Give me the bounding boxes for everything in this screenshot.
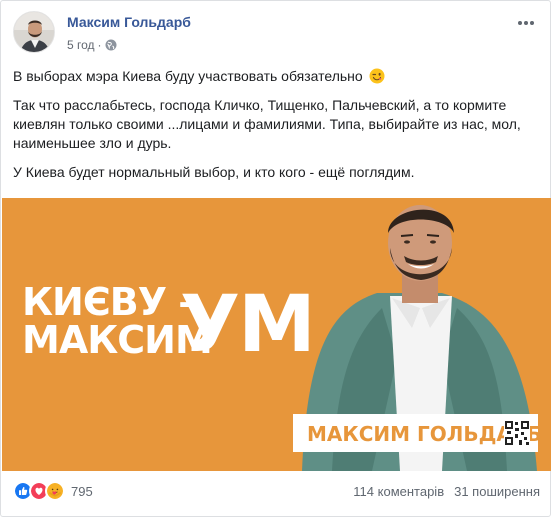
post-stats: 114 коментарів 31 поширення	[353, 484, 540, 499]
shares-count-link[interactable]: 31 поширення	[454, 484, 540, 499]
meta-separator: ·	[97, 38, 102, 52]
wink-emoji-icon	[369, 68, 385, 84]
slogan-um: УМ	[180, 280, 316, 370]
post-footer: 795 114 коментарів 31 поширення	[13, 479, 540, 505]
name-plate: МАКСИМ ГОЛЬДАРБ	[293, 414, 542, 452]
globe-icon[interactable]	[105, 39, 117, 51]
post-paragraph: В выборах мэра Киева буду участвовать об…	[13, 67, 540, 86]
post-meta: 5 год ·	[67, 38, 117, 52]
post-text: В выборах мэра Киева буду участвовать об…	[13, 67, 540, 192]
reaction-count: 795	[71, 483, 93, 499]
reactions-summary[interactable]: 795	[13, 481, 93, 501]
more-options-icon[interactable]	[514, 13, 538, 33]
post-paragraph: У Киева будет нормальный выбор, и кто ко…	[13, 164, 415, 180]
stats-gap	[444, 484, 454, 499]
facebook-post: Максим Гольдарб 5 год · В выборах мэра К…	[0, 0, 551, 517]
paragraph-text: В выборах мэра Киева буду участвовать об…	[13, 68, 363, 84]
post-image[interactable]: КИЄВУ – МАКСИМ УМ МАКСИМ ГОЛЬДАРБ	[2, 198, 551, 471]
post-header: Максим Гольдарб 5 год ·	[13, 11, 540, 59]
qr-code-icon	[504, 420, 530, 446]
post-time[interactable]: 5 год	[67, 38, 95, 52]
post-paragraph: Так что расслабьтесь, господа Кличко, Ти…	[13, 97, 521, 151]
comments-count-link[interactable]: 114 коментарів	[353, 484, 444, 499]
avatar-photo	[14, 12, 54, 52]
author-avatar[interactable]	[13, 11, 55, 53]
care-icon	[45, 481, 65, 501]
author-name[interactable]: Максим Гольдарб	[67, 14, 191, 30]
